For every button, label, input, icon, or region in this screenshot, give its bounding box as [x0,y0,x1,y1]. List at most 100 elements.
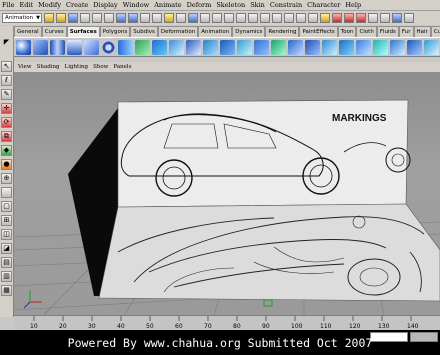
panel-menu-lighting[interactable]: Lighting [65,64,89,70]
rendering-mask-icon[interactable] [188,13,198,23]
rotate-tool-icon[interactable]: ⟳ [1,117,12,128]
universal-manipulator-icon[interactable]: ◆ [1,145,12,156]
attach-surfaces-icon[interactable] [322,39,337,55]
tab-surfaces[interactable]: Surfaces [66,26,100,37]
misc-mask-icon[interactable] [200,13,210,23]
square-surface-icon[interactable] [220,39,235,55]
render-view-icon[interactable] [332,13,342,23]
panel-menu-shading[interactable]: Shading [37,64,60,70]
channel-box-toggle-icon[interactable] [392,13,402,23]
ipr-render-icon[interactable] [356,13,366,23]
menu-character[interactable]: Character [307,1,340,9]
select-object-icon[interactable] [92,13,102,23]
persp-graph-layout-icon[interactable]: ◪ [1,243,12,254]
snap-point-icon[interactable] [260,13,270,23]
lasso-tool-icon[interactable]: ℓ [1,75,12,86]
boundary-icon[interactable] [203,39,218,55]
extrude-icon[interactable] [169,39,184,55]
nurbs-cylinder-icon[interactable] [50,39,65,55]
tab-general[interactable]: General [14,26,42,37]
panel-menu-show[interactable]: Show [93,64,108,70]
menu-constrain[interactable]: Constrain [270,1,302,9]
tab-animation[interactable]: Animation [198,26,233,37]
offset-surface-icon[interactable] [424,39,439,55]
select-tool-icon[interactable]: ↖ [1,61,12,72]
open-close-surface-icon[interactable] [373,39,388,55]
tab-toon[interactable]: Toon [337,26,357,37]
four-pane-layout-icon[interactable]: ⊞ [1,215,12,226]
nurbs-sphere-icon[interactable] [16,39,31,55]
open-scene-icon[interactable] [56,13,66,23]
show-manipulator-icon[interactable]: ⊕ [1,173,12,184]
trim-tool-icon[interactable] [288,39,303,55]
render-globals-icon[interactable] [368,13,378,23]
soft-modification-icon[interactable]: ● [1,159,12,170]
menu-modify[interactable]: Modify [38,1,61,9]
move-tool-icon[interactable]: ✛ [1,103,12,114]
menu-help[interactable]: Help [345,1,361,9]
tab-deformation[interactable]: Deformation [157,26,199,37]
paint-select-tool-icon[interactable]: ✎ [1,89,12,100]
tab-rendering[interactable]: Rendering [265,26,300,37]
menu-create[interactable]: Create [66,1,88,9]
tab-fur[interactable]: Fur [398,26,414,37]
extend-surface-icon[interactable] [407,39,422,55]
construction-history-icon[interactable] [320,13,330,23]
menu-display[interactable]: Display [93,1,117,9]
snap-view-plane-icon[interactable] [272,13,282,23]
menu-window[interactable]: Window [123,1,149,9]
lock-selection-icon[interactable] [212,13,222,23]
tab-custom[interactable]: Custom [430,26,440,37]
attribute-editor-toggle-icon[interactable] [404,13,414,23]
untrim-icon[interactable] [305,39,320,55]
input-line-icon[interactable] [380,13,390,23]
surface-mask-icon[interactable] [152,13,162,23]
nurbs-plane-icon[interactable] [84,39,99,55]
snap-grid-icon[interactable] [236,13,246,23]
select-component-icon[interactable] [104,13,114,23]
panel-layout-icon[interactable]: ▦ [1,285,12,296]
highlight-selection-icon[interactable] [224,13,234,23]
handle-mask-icon[interactable] [116,13,126,23]
last-tool-icon[interactable] [1,187,12,198]
insert-isoparms-icon[interactable] [390,39,405,55]
nurbs-cube-icon[interactable] [33,39,48,55]
single-pane-layout-icon[interactable]: ▢ [1,201,12,212]
tab-polygons[interactable]: Polygons [99,26,131,37]
detach-surfaces-icon[interactable] [339,39,354,55]
nurbs-cone-icon[interactable] [67,39,82,55]
outliner-layout-icon[interactable]: ▥ [1,271,12,282]
joint-mask-icon[interactable] [128,13,138,23]
menu-animate[interactable]: Animate [154,1,181,9]
menu-edit[interactable]: Edit [20,1,34,9]
panel-menu-panels[interactable]: Panels [113,64,131,70]
loft-icon[interactable] [135,39,150,55]
tab-cloth[interactable]: Cloth [356,26,377,37]
dynamics-mask-icon[interactable] [176,13,186,23]
tab-painteffects[interactable]: PaintEffects [299,26,338,37]
project-curve-icon[interactable] [271,39,286,55]
align-surfaces-icon[interactable] [356,39,371,55]
perspective-viewport[interactable]: MARKINGS [14,72,440,315]
tab-hair[interactable]: Hair [413,26,431,37]
history-output-icon[interactable] [308,13,318,23]
snap-curve-icon[interactable] [248,13,258,23]
make-live-icon[interactable] [284,13,294,23]
history-icon[interactable] [296,13,306,23]
menu-deform[interactable]: Deform [187,1,212,9]
time-slider[interactable]: 10 20 30 40 50 60 70 80 90 100 110 120 130 140 [14,315,440,330]
menu-file[interactable]: File [2,1,15,9]
save-scene-icon[interactable] [68,13,78,23]
nurbs-torus-icon[interactable] [101,39,116,55]
mode-selector[interactable]: Animation ▼ [2,13,42,23]
planar-icon[interactable] [152,39,167,55]
hypershade-layout-icon[interactable]: ▤ [1,257,12,268]
tab-fluids[interactable]: Fluids [376,26,399,37]
revolve-icon[interactable] [118,39,133,55]
new-scene-icon[interactable] [44,13,54,23]
shelf-menu-icon[interactable]: ◤ [0,26,14,57]
intersect-surfaces-icon[interactable] [254,39,269,55]
select-hierarchy-icon[interactable] [80,13,90,23]
menu-skeleton[interactable]: Skeleton [216,1,245,9]
persp-outliner-layout-icon[interactable]: ◫ [1,229,12,240]
